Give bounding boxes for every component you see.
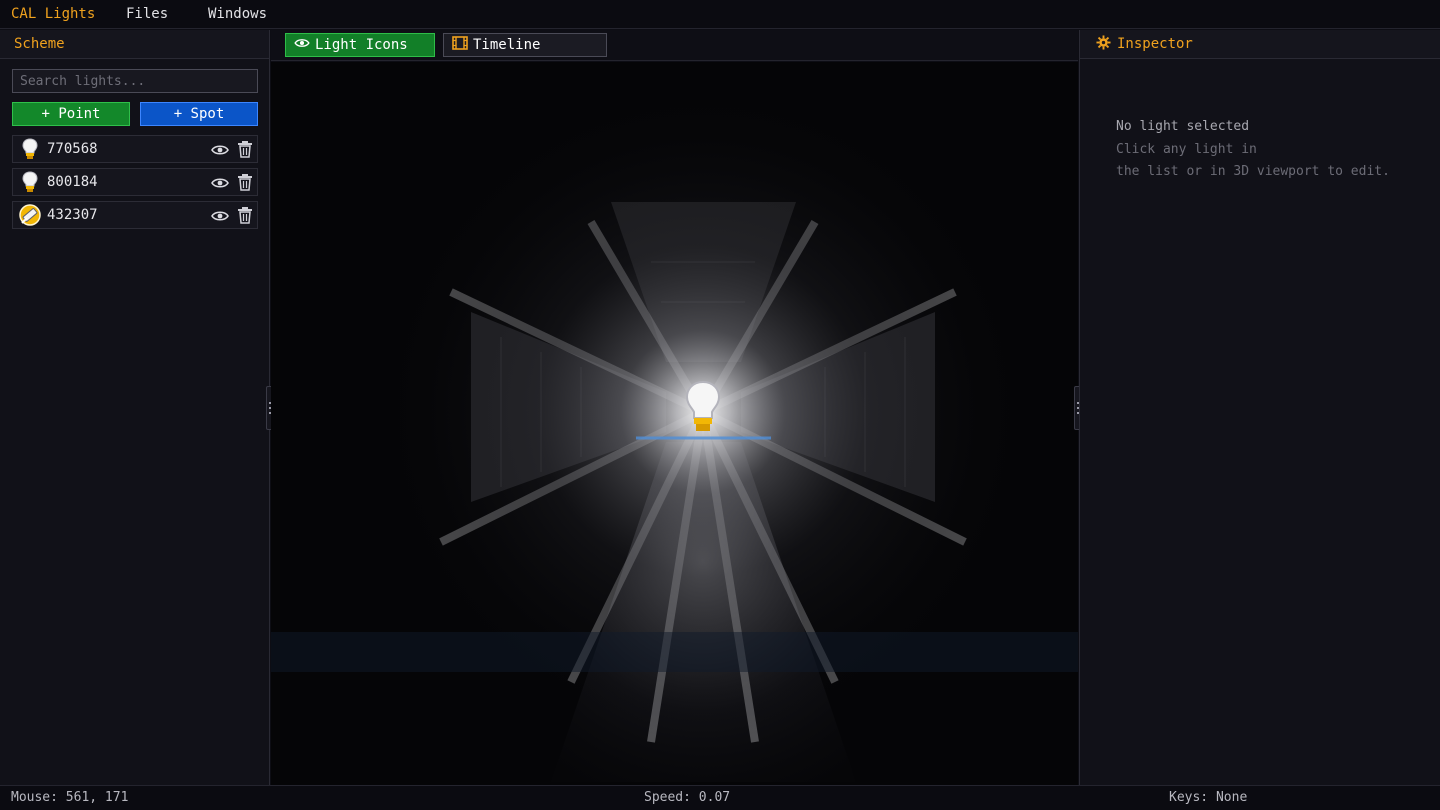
bulb-icon — [17, 136, 43, 162]
spotlight-icon — [17, 202, 43, 228]
3d-viewport[interactable] — [271, 62, 1078, 785]
add-point-light-button[interactable]: + Point — [12, 102, 130, 126]
eye-icon[interactable] — [211, 175, 229, 189]
inspector-empty-state: No light selected Click any light in the… — [1116, 116, 1390, 184]
inspector-empty-title: No light selected — [1116, 119, 1250, 134]
status-mouse-position: Mouse: 561, 171 — [11, 790, 129, 805]
add-spot-light-button[interactable]: + Spot — [140, 102, 258, 126]
bulb-icon — [17, 169, 43, 195]
tab-timeline-label: Timeline — [473, 37, 541, 53]
eye-icon[interactable] — [211, 142, 229, 156]
light-list-item[interactable]: 770568 — [12, 135, 258, 163]
scheme-panel-title: Scheme — [0, 30, 269, 59]
eye-icon[interactable] — [211, 208, 229, 222]
trash-icon[interactable] — [236, 173, 254, 191]
search-lights-input[interactable] — [12, 69, 258, 93]
status-keys: Keys: None — [1169, 790, 1248, 805]
film-icon — [452, 36, 468, 54]
status-bar: Mouse: 561, 171 Speed: 0.07 Keys: None — [0, 785, 1440, 810]
light-name: 432307 — [47, 207, 98, 223]
inspector-panel-title: Inspector — [1117, 36, 1193, 52]
status-speed: Speed: 0.07 — [644, 790, 731, 805]
trash-icon[interactable] — [236, 206, 254, 224]
menu-bar: CAL Lights Files Windows — [0, 0, 1440, 29]
inspector-panel: Inspector No light selected Click any li… — [1079, 30, 1440, 785]
light-name: 770568 — [47, 141, 98, 157]
light-list-item[interactable]: 800184 — [12, 168, 258, 196]
light-name: 800184 — [47, 174, 98, 190]
viewport-tab-bar: Light Icons Timeline — [271, 30, 1078, 61]
inspector-empty-hint-line2: the list or in 3D viewport to edit. — [1116, 164, 1390, 179]
tunnel-scene — [271, 62, 1078, 785]
trash-icon[interactable] — [236, 140, 254, 158]
eye-icon — [294, 37, 310, 53]
inspector-panel-header: Inspector — [1080, 30, 1440, 59]
light-list-item[interactable]: 432307 — [12, 201, 258, 229]
tab-light-icons[interactable]: Light Icons — [285, 33, 435, 57]
inspector-empty-hint-line1: Click any light in — [1116, 141, 1257, 157]
menu-windows[interactable]: Windows — [208, 6, 267, 22]
menu-files[interactable]: Files — [126, 6, 208, 22]
scheme-panel: Scheme + Point + Spot 770568 — [0, 30, 270, 785]
app-title[interactable]: CAL Lights — [0, 6, 126, 22]
light-list: 770568 800184 432307 — [12, 135, 258, 234]
gear-icon — [1096, 34, 1111, 54]
viewport-light-bulb-icon[interactable] — [683, 380, 723, 436]
app-window: CAL Lights Files Windows Scheme + Point … — [0, 0, 1440, 810]
tab-light-icons-label: Light Icons — [315, 37, 408, 53]
tab-timeline[interactable]: Timeline — [443, 33, 607, 57]
